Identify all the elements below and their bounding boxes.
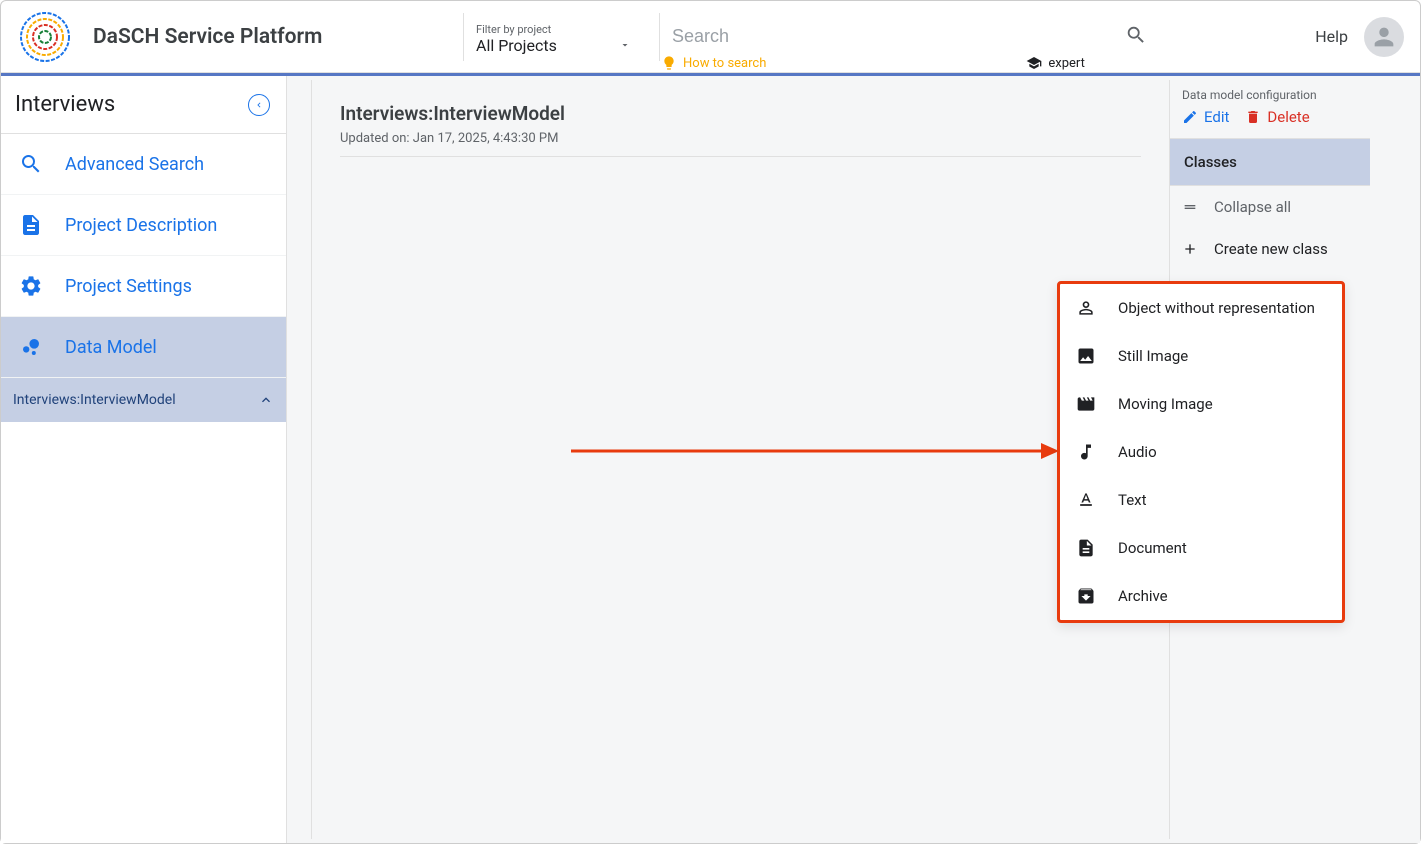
class-type-menu: Object without representation Still Imag… xyxy=(1057,281,1345,623)
annotation-arrow xyxy=(571,439,1061,463)
sidebar-item-label: Data Model xyxy=(65,337,157,358)
sidebar-sub-item-model[interactable]: Interviews:InterviewModel xyxy=(1,378,286,422)
classes-header: Classes xyxy=(1170,138,1370,186)
menu-item-text[interactable]: Text xyxy=(1060,476,1342,524)
pencil-icon xyxy=(1182,109,1198,125)
graduation-cap-icon xyxy=(1026,55,1042,71)
model-title: Interviews:InterviewModel xyxy=(340,102,1141,125)
platform-title: DaSCH Service Platform xyxy=(93,25,322,49)
document-icon xyxy=(19,213,43,237)
menu-item-label: Document xyxy=(1118,539,1187,557)
plus-icon xyxy=(1182,241,1198,257)
chevron-down-icon xyxy=(619,39,631,51)
search-button[interactable] xyxy=(1125,24,1147,49)
config-label: Data model configuration xyxy=(1170,86,1370,108)
sidebar-item-advanced-search[interactable]: Advanced Search xyxy=(1,134,286,195)
gear-icon xyxy=(19,274,43,298)
search-icon xyxy=(19,152,43,176)
sidebar-item-project-description[interactable]: Project Description xyxy=(1,195,286,256)
updated-timestamp: Updated on: Jan 17, 2025, 4:43:30 PM xyxy=(340,131,1141,146)
search-icon xyxy=(1125,24,1147,46)
config-actions: Edit Delete xyxy=(1170,108,1370,138)
chevron-left-icon xyxy=(254,100,264,110)
chevron-up-icon xyxy=(258,392,274,408)
sidebar-item-label: Project Description xyxy=(65,215,217,236)
collapse-all-button[interactable]: Collapse all xyxy=(1170,186,1370,228)
collapse-sidebar-button[interactable] xyxy=(248,94,270,116)
delete-button[interactable]: Delete xyxy=(1245,108,1309,126)
trash-icon xyxy=(1245,109,1261,125)
text-format-icon xyxy=(1076,490,1096,510)
menu-item-object-without-representation[interactable]: Object without representation xyxy=(1060,284,1342,332)
search-input[interactable] xyxy=(672,26,1125,47)
menu-item-still-image[interactable]: Still Image xyxy=(1060,332,1342,380)
filter-value: All Projects xyxy=(476,36,557,55)
sidebar-item-label: Advanced Search xyxy=(65,154,204,175)
music-note-icon xyxy=(1076,442,1096,462)
document-icon xyxy=(1076,538,1096,558)
sidebar-header: Interviews xyxy=(1,76,286,134)
image-icon xyxy=(1076,346,1096,366)
sub-item-label: Interviews:InterviewModel xyxy=(13,392,176,408)
menu-item-label: Still Image xyxy=(1118,347,1188,365)
archive-icon xyxy=(1076,586,1096,606)
edit-button[interactable]: Edit xyxy=(1182,108,1229,126)
how-to-search-link[interactable]: How to search xyxy=(661,55,766,71)
menu-item-audio[interactable]: Audio xyxy=(1060,428,1342,476)
menu-item-label: Audio xyxy=(1118,443,1157,461)
sidebar: Interviews Advanced Search Project Descr… xyxy=(1,76,287,843)
project-title: Interviews xyxy=(15,92,115,117)
content-header: Interviews:InterviewModel Updated on: Ja… xyxy=(340,102,1141,157)
project-filter-dropdown[interactable]: Filter by project All Projects xyxy=(463,13,643,61)
person-icon xyxy=(1370,23,1398,51)
menu-item-label: Moving Image xyxy=(1118,395,1213,413)
person-outline-icon xyxy=(1076,298,1096,318)
menu-item-label: Text xyxy=(1118,491,1147,509)
menu-item-label: Archive xyxy=(1118,587,1168,605)
lightbulb-icon xyxy=(661,55,677,71)
expert-link[interactable]: expert xyxy=(1026,55,1085,71)
sidebar-item-data-model[interactable]: Data Model xyxy=(1,317,286,378)
filter-label: Filter by project xyxy=(476,23,631,36)
sidebar-item-project-settings[interactable]: Project Settings xyxy=(1,256,286,317)
menu-item-document[interactable]: Document xyxy=(1060,524,1342,572)
logo-block: DaSCH Service Platform xyxy=(17,11,447,63)
movie-icon xyxy=(1076,394,1096,414)
create-new-class-button[interactable]: Create new class xyxy=(1170,228,1370,270)
help-link[interactable]: Help xyxy=(1315,27,1348,46)
menu-item-moving-image[interactable]: Moving Image xyxy=(1060,380,1342,428)
search-sub-bar: How to search expert xyxy=(661,55,1085,71)
top-bar: DaSCH Service Platform Filter by project… xyxy=(1,1,1420,73)
sidebar-item-label: Project Settings xyxy=(65,276,192,297)
logo-icon xyxy=(17,11,79,63)
bubble-chart-icon xyxy=(19,335,43,359)
search-wrap xyxy=(659,13,1159,61)
user-avatar[interactable] xyxy=(1364,17,1404,57)
menu-item-label: Object without representation xyxy=(1118,299,1315,317)
menu-item-archive[interactable]: Archive xyxy=(1060,572,1342,620)
collapse-icon xyxy=(1182,199,1198,215)
